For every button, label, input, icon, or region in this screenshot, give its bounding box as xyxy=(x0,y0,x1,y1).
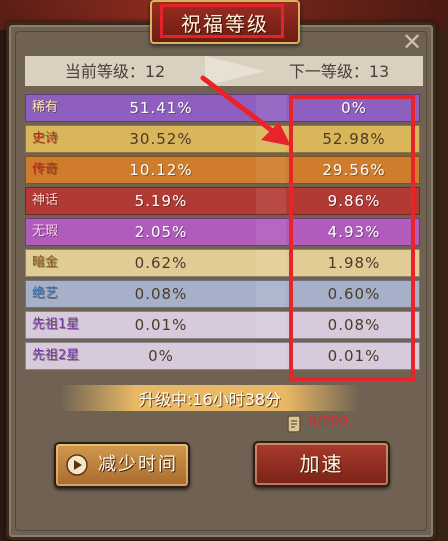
row-divider xyxy=(256,281,286,307)
rarity-name: 稀有 xyxy=(32,100,59,115)
current-level-chance: 10.12% xyxy=(129,161,193,179)
row-divider xyxy=(256,188,286,214)
rarity-name: 史诗 xyxy=(32,131,59,146)
next-level-annotation-box xyxy=(289,95,415,381)
current-level-chance: 0.01% xyxy=(134,316,188,334)
item-progress-count: 0/200 xyxy=(308,414,349,430)
rarity-name: 无瑕 xyxy=(32,224,59,239)
rarity-name: 传奇 xyxy=(32,162,59,177)
speed-up-label: 加速 xyxy=(299,452,344,476)
row-divider xyxy=(256,219,286,245)
scroll-item-icon xyxy=(287,415,301,433)
row-divider xyxy=(256,157,286,183)
rarity-name: 先祖1星 xyxy=(32,317,80,332)
current-level-chance: 5.19% xyxy=(134,192,188,210)
row-divider xyxy=(256,343,286,369)
upgrade-timer-text: 升级中:16小时38分 xyxy=(138,390,282,409)
rarity-name: 先祖2星 xyxy=(32,348,80,363)
row-divider xyxy=(256,312,286,338)
current-level-chance: 0% xyxy=(148,347,174,365)
rarity-name: 绝艺 xyxy=(32,286,59,301)
current-level-chance: 2.05% xyxy=(134,223,188,241)
reduce-time-label: 减少时间 xyxy=(98,454,178,475)
play-icon xyxy=(66,454,88,476)
rarity-name: 暗金 xyxy=(32,255,59,270)
title-banner: 祝福等级 xyxy=(150,0,300,44)
reduce-time-button[interactable]: 减少时间 xyxy=(54,442,190,488)
title-annotation-box xyxy=(160,4,284,38)
close-icon[interactable]: ✕ xyxy=(400,30,424,54)
row-divider xyxy=(256,250,286,276)
speed-up-button[interactable]: 加速 xyxy=(253,441,390,487)
current-level-label: 当前等级：12 xyxy=(64,62,166,81)
current-level-chance: 0.62% xyxy=(134,254,188,272)
rarity-name: 神话 xyxy=(32,193,59,208)
current-level-chance: 0.08% xyxy=(134,285,188,303)
